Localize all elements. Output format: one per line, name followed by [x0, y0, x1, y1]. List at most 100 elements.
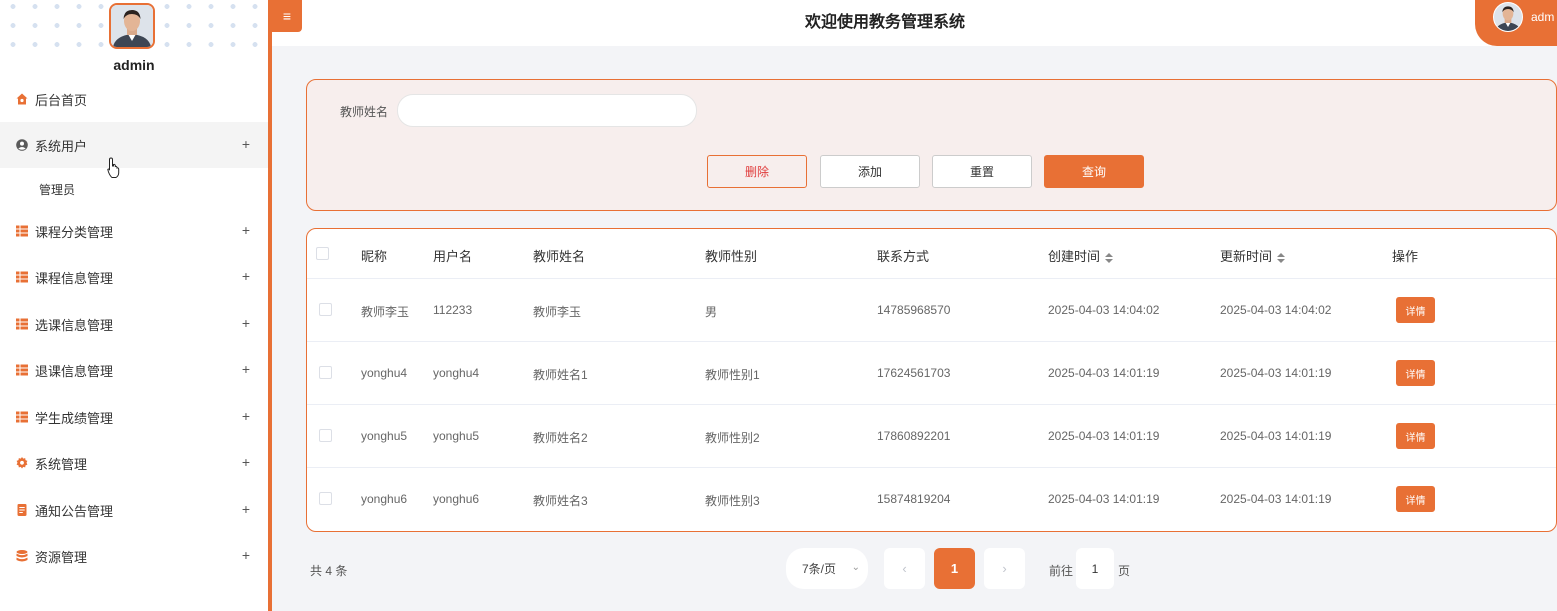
goto-page-input[interactable]: 1: [1076, 548, 1114, 589]
row-checkbox[interactable]: [319, 303, 332, 316]
cell-gender: 教师性别3: [705, 494, 760, 508]
teacher-name-label: 教师姓名: [340, 105, 389, 119]
avatar: [1493, 2, 1523, 32]
avatar[interactable]: [109, 3, 155, 49]
sidebar-item-system-settings[interactable]: 系统管理 +: [0, 440, 268, 486]
sidebar-item-course-info[interactable]: 课程信息管理 +: [0, 254, 268, 300]
column-header-contact: 联系方式: [877, 249, 930, 264]
page-title: 欢迎使用教务管理系统: [804, 14, 965, 31]
expand-icon[interactable]: +: [242, 315, 250, 331]
data-table: [306, 228, 1557, 532]
cell-contact: 17860892201: [877, 429, 951, 443]
column-header-label: 创建时间: [1048, 249, 1101, 264]
sidebar-subitem-admin[interactable]: 管理员: [0, 167, 268, 211]
sidebar-item-notices[interactable]: 通知公告管理 +: [0, 487, 268, 533]
cell-created: 2025-04-03 14:01:19: [1048, 429, 1160, 443]
column-header-label: 更新时间: [1220, 249, 1273, 264]
expand-icon[interactable]: +: [242, 136, 250, 152]
cell-teacher-name: 教师李玉: [533, 305, 582, 319]
cell-contact: 14785968570: [877, 303, 951, 317]
cell-gender: 男: [705, 305, 718, 319]
cell-updated: 2025-04-03 14:04:02: [1220, 303, 1332, 317]
select-all-checkbox[interactable]: [316, 247, 329, 260]
sidebar: admin 后台首页 系统用户 + 管理员 课程分类管理 + 课程信息管理 +: [0, 0, 268, 611]
expand-icon[interactable]: +: [242, 222, 250, 238]
sidebar-item-label: 系统管理: [35, 456, 88, 472]
home-icon: [16, 93, 28, 105]
delete-button[interactable]: 删除: [707, 155, 807, 188]
sidebar-item-label: 资源管理: [35, 549, 88, 565]
page-number-button[interactable]: 1: [934, 548, 975, 589]
sidebar-item-resources[interactable]: 资源管理 +: [0, 533, 268, 579]
total-count: 共 4 条: [310, 564, 348, 578]
sidebar-item-system-users[interactable]: 系统用户 +: [0, 122, 268, 168]
sidebar-item-grades[interactable]: 学生成绩管理 +: [0, 394, 268, 440]
cell-created: 2025-04-03 14:01:19: [1048, 492, 1160, 506]
column-header-created[interactable]: 创建时间: [1048, 246, 1114, 265]
expand-icon[interactable]: +: [242, 547, 250, 563]
row-checkbox[interactable]: [319, 492, 332, 505]
add-button[interactable]: 添加: [820, 155, 920, 188]
user-menu[interactable]: adm: [1475, 0, 1557, 46]
detail-button[interactable]: 详情: [1396, 423, 1435, 449]
column-header-nickname: 昵称: [361, 249, 388, 264]
cell-gender: 教师性别1: [705, 368, 760, 382]
expand-icon[interactable]: +: [242, 361, 250, 377]
sidebar-item-course-selection[interactable]: 选课信息管理 +: [0, 301, 268, 347]
grid-icon: [16, 271, 28, 283]
expand-icon[interactable]: +: [242, 501, 250, 517]
expand-icon[interactable]: +: [242, 408, 250, 424]
page-size-value: 7条/页: [802, 562, 837, 576]
detail-button[interactable]: 详情: [1396, 297, 1435, 323]
grid-icon: [16, 318, 28, 330]
column-header-actions: 操作: [1392, 249, 1419, 264]
cell-username: yonghu5: [433, 429, 480, 443]
query-button[interactable]: 查询: [1044, 155, 1144, 188]
avatar-photo: [111, 5, 153, 47]
column-header-gender: 教师性别: [705, 249, 758, 264]
sidebar-item-label: 管理员: [39, 182, 76, 197]
cell-created: 2025-04-03 14:04:02: [1048, 303, 1160, 317]
sidebar-item-label: 通知公告管理: [35, 503, 114, 519]
row-divider: [307, 341, 1556, 342]
row-checkbox[interactable]: [319, 366, 332, 379]
cell-updated: 2025-04-03 14:01:19: [1220, 366, 1332, 380]
row-checkbox[interactable]: [319, 429, 332, 442]
grid-icon: [16, 411, 28, 423]
grid-icon: [16, 364, 28, 376]
cell-teacher-name: 教师姓名2: [533, 431, 588, 445]
goto-suffix: 页: [1118, 564, 1131, 578]
row-divider: [307, 467, 1556, 468]
column-header-updated[interactable]: 更新时间: [1220, 246, 1286, 265]
expand-icon[interactable]: +: [242, 268, 250, 284]
cell-updated: 2025-04-03 14:01:19: [1220, 429, 1332, 443]
expand-icon[interactable]: +: [242, 454, 250, 470]
prev-page-button[interactable]: ‹: [884, 548, 925, 589]
next-page-button[interactable]: ›: [984, 548, 1025, 589]
sidebar-item-course-category[interactable]: 课程分类管理 +: [0, 208, 268, 254]
cell-nickname: yonghu4: [361, 366, 408, 380]
menu-toggle-button[interactable]: ≡: [272, 0, 302, 32]
cell-nickname: yonghu5: [361, 429, 408, 443]
sidebar-item-home[interactable]: 后台首页: [0, 76, 268, 122]
sidebar-item-label: 课程信息管理: [35, 270, 114, 286]
reset-button[interactable]: 重置: [932, 155, 1032, 188]
gear-icon: [16, 457, 28, 469]
goto-prefix: 前往: [1049, 564, 1074, 578]
cell-username: yonghu4: [433, 366, 480, 380]
sort-icon[interactable]: [1105, 252, 1114, 263]
cell-username: yonghu6: [433, 492, 480, 506]
sidebar-item-course-drop[interactable]: 退课信息管理 +: [0, 347, 268, 393]
cell-gender: 教师性别2: [705, 431, 760, 445]
page-size-select[interactable]: 7条/页 ⌄: [786, 548, 868, 589]
detail-button[interactable]: 详情: [1396, 360, 1435, 386]
sidebar-border: [268, 0, 272, 611]
cell-nickname: 教师李玉: [361, 305, 410, 319]
detail-button[interactable]: 详情: [1396, 486, 1435, 512]
database-icon: [16, 550, 28, 562]
teacher-name-input[interactable]: [397, 94, 697, 127]
sort-icon[interactable]: [1277, 252, 1286, 263]
cell-contact: 15874819204: [877, 492, 951, 506]
sidebar-item-label: 系统用户: [35, 138, 88, 154]
sidebar-item-label: 后台首页: [35, 92, 88, 108]
